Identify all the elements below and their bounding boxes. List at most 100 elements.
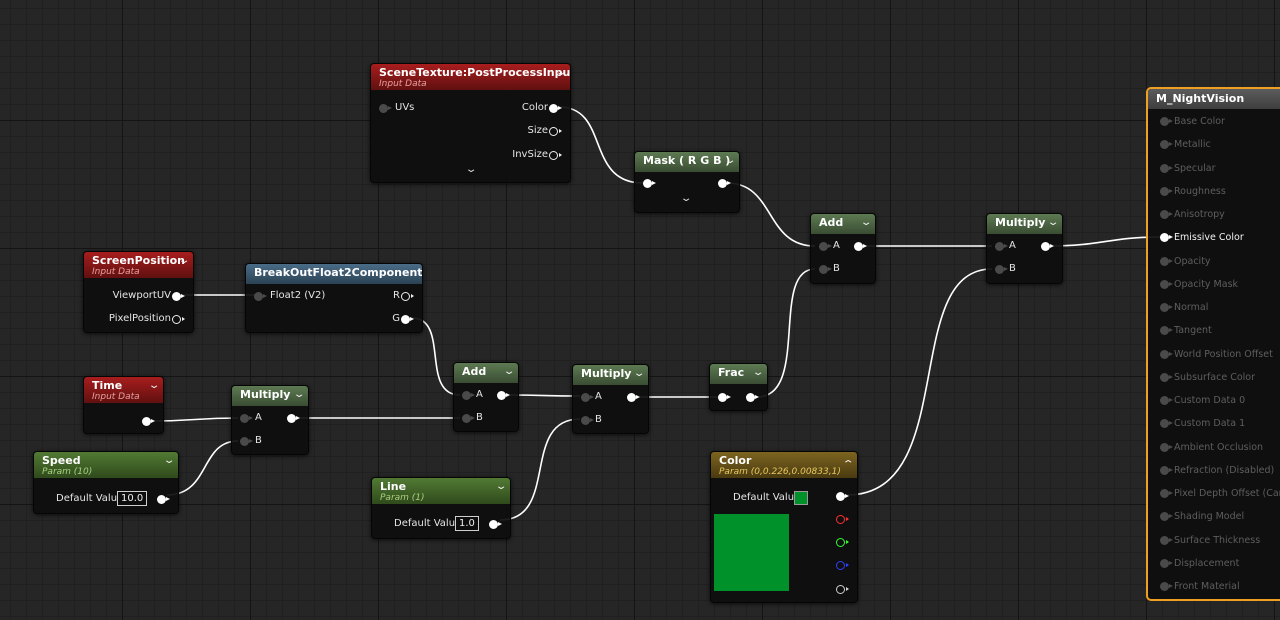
speed-param-node[interactable]: Speed Param (10) ⌄ Default Value 10.0: [33, 451, 179, 514]
multiply1-header[interactable]: Multiply ⌄: [232, 386, 308, 406]
multiply-node-3[interactable]: Multiply ⌄ A B: [986, 213, 1063, 284]
line-header[interactable]: Line Param (1) ⌄: [372, 478, 510, 504]
color-a-output-pin[interactable]: [836, 585, 849, 594]
chevron-down-icon[interactable]: ⌄: [752, 367, 765, 378]
chevron-down-icon[interactable]: ⌄: [503, 366, 516, 377]
result-input-pin[interactable]: [1160, 186, 1173, 196]
result-input-row[interactable]: Pixel Depth Offset (Camera: [1148, 486, 1280, 502]
result-input-row[interactable]: Base Color: [1148, 114, 1280, 130]
chevron-down-icon[interactable]: ⌄: [555, 67, 568, 78]
breakout-node[interactable]: BreakOutFloat2Components Float2 (V2) R G: [245, 263, 423, 333]
result-input-pin[interactable]: [1160, 372, 1173, 382]
color-param-node[interactable]: Color Param (0,0.226,0.00833,1) ⌄ Defaul…: [710, 451, 858, 603]
multiply3-output-pin[interactable]: [1041, 242, 1054, 251]
chevron-down-icon[interactable]: ⌄: [148, 380, 161, 391]
chevron-down-icon[interactable]: ⌄: [495, 481, 508, 492]
color-output-pin[interactable]: [549, 104, 562, 113]
result-input-row[interactable]: Opacity: [1148, 254, 1280, 270]
result-input-row[interactable]: Ambient Occlusion: [1148, 440, 1280, 456]
add2-output-pin[interactable]: [854, 242, 867, 251]
result-input-pin[interactable]: [1160, 140, 1173, 150]
result-input-pin[interactable]: [1160, 419, 1173, 429]
result-input-pin[interactable]: [1160, 396, 1173, 405]
add1-b-pin[interactable]: [462, 414, 475, 423]
result-input-row[interactable]: Roughness: [1148, 184, 1280, 200]
add1-a-pin[interactable]: [462, 391, 475, 400]
chevron-down-icon[interactable]: ⌄: [163, 455, 176, 466]
chevron-down-icon[interactable]: ⌄: [860, 217, 873, 228]
multiply1-output-pin[interactable]: [287, 414, 300, 423]
frac-input-pin[interactable]: [718, 393, 731, 402]
result-input-pin[interactable]: [1160, 326, 1173, 336]
viewportuv-output-pin[interactable]: [172, 292, 185, 301]
chevron-down-icon[interactable]: ⌄: [293, 389, 306, 400]
color-g-output-pin[interactable]: [836, 538, 849, 547]
mask-header[interactable]: Mask ( R G B ) ⌄: [635, 152, 739, 172]
result-input-pin[interactable]: [1160, 210, 1173, 219]
float2-input-pin[interactable]: [254, 292, 267, 301]
speed-default-value-input[interactable]: 10.0: [117, 491, 148, 506]
expand-chevron-icon[interactable]: ⌄: [680, 193, 693, 204]
add1-header[interactable]: Add ⌄: [454, 363, 518, 383]
uvs-input-pin[interactable]: [379, 104, 392, 113]
result-input-pin[interactable]: [1160, 256, 1173, 266]
result-input-pin[interactable]: [1160, 489, 1173, 498]
result-input-pin[interactable]: [1160, 582, 1173, 591]
chevron-down-icon[interactable]: ⌄: [724, 155, 737, 166]
add-node-1[interactable]: Add ⌄ A B: [453, 362, 519, 432]
r-output-pin[interactable]: [401, 292, 414, 301]
multiply2-b-pin[interactable]: [581, 416, 594, 425]
result-input-row[interactable]: Shading Model: [1148, 509, 1280, 525]
pixelposition-output-pin[interactable]: [172, 315, 185, 324]
result-input-pin[interactable]: [1160, 233, 1173, 243]
result-input-pin[interactable]: [1160, 558, 1173, 568]
multiply-node-1[interactable]: Multiply ⌄ A B: [231, 385, 309, 455]
size-output-pin[interactable]: [549, 127, 562, 136]
line-param-node[interactable]: Line Param (1) ⌄ Default Value 1.0: [371, 477, 511, 539]
result-input-pin[interactable]: [1160, 279, 1173, 289]
add2-header[interactable]: Add ⌄: [811, 214, 875, 234]
chevron-down-icon[interactable]: ⌄: [1047, 217, 1060, 228]
color-header[interactable]: Color Param (0,0.226,0.00833,1) ⌄: [711, 452, 857, 478]
material-result-node[interactable]: M_NightVision Base Color Metallic Specular…: [1146, 87, 1280, 601]
result-input-row[interactable]: Specular: [1148, 161, 1280, 177]
multiply1-b-pin[interactable]: [240, 437, 253, 446]
frac-header[interactable]: Frac ⌄: [710, 364, 767, 384]
multiply3-a-pin[interactable]: [995, 242, 1008, 251]
result-input-row[interactable]: Tangent: [1148, 323, 1280, 339]
time-node[interactable]: Time Input Data ⌄: [83, 376, 164, 434]
result-input-pin[interactable]: [1160, 117, 1173, 126]
result-input-pin[interactable]: [1160, 465, 1173, 475]
result-header[interactable]: M_NightVision: [1148, 89, 1280, 109]
multiply1-a-pin[interactable]: [240, 414, 253, 423]
color-default-swatch[interactable]: [794, 491, 808, 505]
result-input-row[interactable]: Emissive Color: [1148, 230, 1280, 246]
multiply-node-2[interactable]: Multiply ⌄ A B: [572, 364, 649, 434]
color-rgb-output-pin[interactable]: [836, 492, 849, 501]
chevron-down-icon[interactable]: ⌄: [633, 368, 646, 379]
result-input-row[interactable]: Normal: [1148, 300, 1280, 316]
chevron-down-icon[interactable]: ⌄: [178, 255, 191, 266]
result-input-row[interactable]: Surface Thickness: [1148, 533, 1280, 549]
add-node-2[interactable]: Add ⌄ A B: [810, 213, 876, 284]
g-output-pin[interactable]: [401, 315, 414, 324]
mask-rgb-node[interactable]: Mask ( R G B ) ⌄ ⌄: [634, 151, 740, 213]
result-input-row[interactable]: Opacity Mask: [1148, 277, 1280, 293]
time-header[interactable]: Time Input Data ⌄: [84, 377, 163, 403]
frac-output-pin[interactable]: [746, 393, 759, 402]
multiply2-output-pin[interactable]: [627, 393, 640, 402]
multiply2-header[interactable]: Multiply ⌄: [573, 365, 648, 385]
material-graph-canvas[interactable]: { "nodes": { "scene_texture": { "title":…: [0, 0, 1280, 620]
line-default-value-input[interactable]: 1.0: [455, 516, 479, 531]
mask-output-pin[interactable]: [718, 179, 731, 188]
expand-chevron-icon[interactable]: ⌄: [465, 164, 478, 175]
color-b-output-pin[interactable]: [836, 561, 849, 570]
result-input-row[interactable]: Displacement: [1148, 556, 1280, 572]
result-input-row[interactable]: Anisotropy: [1148, 207, 1280, 223]
speed-output-pin[interactable]: [157, 495, 170, 504]
result-input-row[interactable]: Front Material: [1148, 579, 1280, 595]
screenposition-header[interactable]: ScreenPosition Input Data ⌄: [84, 252, 193, 278]
result-input-row[interactable]: Custom Data 0: [1148, 393, 1280, 409]
line-output-pin[interactable]: [489, 520, 502, 529]
result-input-pin[interactable]: [1160, 535, 1173, 545]
